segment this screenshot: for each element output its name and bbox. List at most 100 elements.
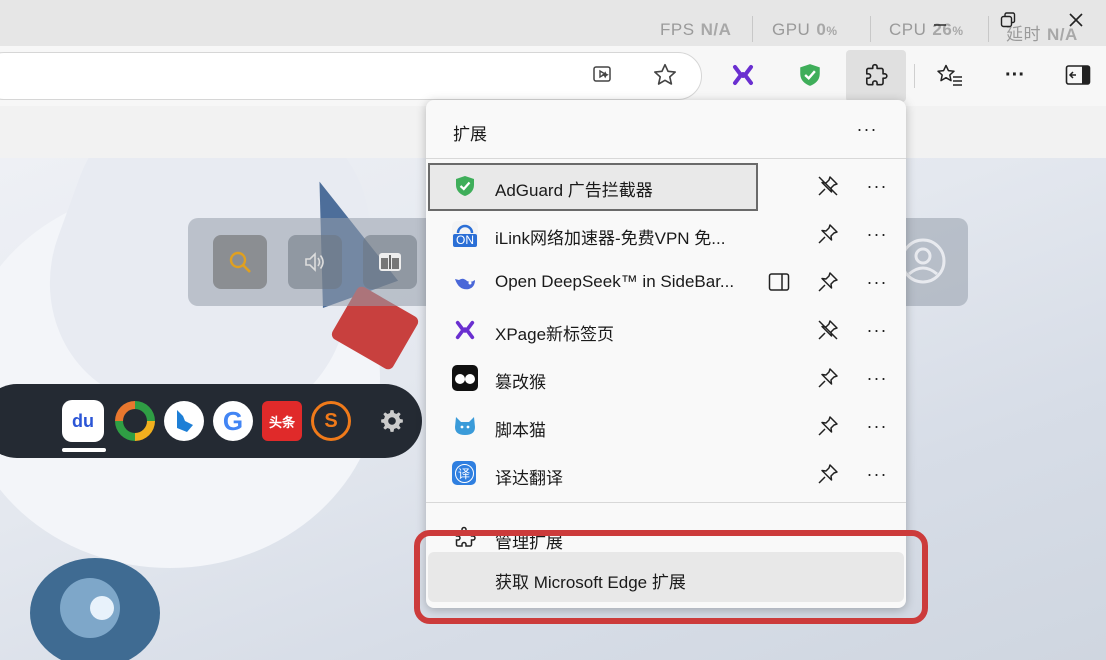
speaker-icon xyxy=(305,252,324,272)
more-icon: ··· xyxy=(1005,63,1025,86)
restore-button[interactable] xyxy=(988,6,1028,34)
minimize-icon xyxy=(934,24,946,26)
settings-more-button[interactable]: ··· xyxy=(995,55,1035,95)
extension-more-button[interactable]: ··· xyxy=(862,459,892,489)
favorites-button[interactable] xyxy=(930,55,970,95)
sidebar-icon xyxy=(1065,65,1091,85)
wallpaper-shape xyxy=(90,596,114,620)
layout-tool-button[interactable] xyxy=(363,235,417,289)
restore-icon xyxy=(1000,12,1016,28)
puzzle-icon xyxy=(865,63,888,86)
tampermonkey-icon xyxy=(452,365,478,391)
extensions-button[interactable] xyxy=(846,50,906,102)
extension-more-button[interactable]: ··· xyxy=(862,315,892,345)
deepseek-icon xyxy=(452,269,478,295)
xpage-icon xyxy=(733,65,753,85)
more-icon: ··· xyxy=(866,319,888,340)
sidebar-toggle-button[interactable] xyxy=(1058,55,1098,95)
visual-search-button[interactable] xyxy=(584,55,624,95)
more-icon: ··· xyxy=(866,271,888,292)
translate-icon: 译 xyxy=(452,461,476,485)
more-icon: ··· xyxy=(856,118,878,139)
favorites-list-icon xyxy=(937,64,962,86)
pin-button[interactable] xyxy=(816,222,840,246)
divider xyxy=(752,16,753,42)
extension-more-button[interactable]: ··· xyxy=(862,363,892,393)
pin-icon xyxy=(818,272,838,292)
browser-toolbar: ··· xyxy=(0,46,1106,106)
xpage-icon xyxy=(452,317,478,343)
pin-icon xyxy=(818,464,838,484)
sound-tool-button[interactable] xyxy=(288,235,342,289)
more-icon: ··· xyxy=(866,367,888,388)
more-icon: ··· xyxy=(866,223,888,244)
baidu-shortcut[interactable]: du xyxy=(62,400,104,442)
extension-item-scriptcat[interactable]: 脚本猫 ··· xyxy=(426,402,906,450)
side-panel-icon xyxy=(768,273,790,291)
active-indicator xyxy=(62,448,106,452)
extensions-menu-header: 扩展 ··· xyxy=(426,100,906,158)
extension-item-yida-translate[interactable]: 译 译达翻译 ··· xyxy=(426,450,906,498)
adguard-extension-button[interactable] xyxy=(790,55,830,95)
bing-shortcut[interactable] xyxy=(164,401,204,441)
extension-item-tampermonkey[interactable]: 篡改猴 ··· xyxy=(426,354,906,402)
close-icon xyxy=(1069,13,1083,27)
extensions-menu-more-button[interactable]: ··· xyxy=(852,114,882,144)
extension-item-xpage[interactable]: XPage新标签页 ··· xyxy=(426,306,906,354)
google-shortcut[interactable]: G xyxy=(213,401,253,441)
title-bar: FPS N/A GPU 0% CPU 26% 延时 N/A xyxy=(0,0,1106,46)
extension-more-button[interactable]: ··· xyxy=(862,267,892,297)
toutiao-icon: 头条 xyxy=(268,414,295,430)
scriptcat-icon xyxy=(452,413,478,439)
shield-check-icon xyxy=(800,64,820,86)
pin-button[interactable] xyxy=(816,414,840,438)
baidu-icon: du xyxy=(72,410,94,431)
extension-item-deepseek[interactable]: Open DeepSeek™ in SideBar... ··· xyxy=(426,258,906,306)
unpin-button[interactable] xyxy=(816,174,840,198)
split-view-icon xyxy=(379,253,401,271)
shortcut-dock: du G 头条 S xyxy=(0,384,422,458)
extension-item-adguard[interactable]: AdGuard 广告拦截器 ··· xyxy=(426,162,906,210)
extension-name: 译达翻译 xyxy=(495,469,563,488)
fps-readout: FPS N/A xyxy=(660,20,732,39)
favorite-button[interactable] xyxy=(645,55,685,95)
more-icon: ··· xyxy=(866,463,888,484)
extension-name: iLink网络加速器-免费VPN 免... xyxy=(495,229,726,248)
more-icon: ··· xyxy=(866,175,888,196)
annotation-highlight-box xyxy=(414,530,928,624)
divider xyxy=(870,16,871,42)
sogou-icon: S xyxy=(324,409,338,432)
ilink-icon: ON xyxy=(452,221,478,247)
divider xyxy=(426,502,906,503)
xpage-extension-button[interactable] xyxy=(723,55,763,95)
minimize-button[interactable] xyxy=(920,6,960,34)
extension-name: Open DeepSeek™ in SideBar... xyxy=(495,272,735,291)
more-icon: ··· xyxy=(866,415,888,436)
extension-more-button[interactable]: ··· xyxy=(862,219,892,249)
dock-settings-button[interactable] xyxy=(372,401,412,441)
pin-button[interactable] xyxy=(816,462,840,486)
pin-icon xyxy=(818,416,838,436)
close-button[interactable] xyxy=(1056,6,1096,34)
star-icon xyxy=(654,63,676,85)
extension-item-ilink[interactable]: ON iLink网络加速器-免费VPN 免... ··· xyxy=(426,210,906,258)
open-sidebar-button[interactable] xyxy=(768,272,790,297)
pin-button[interactable] xyxy=(816,366,840,390)
sogou-shortcut[interactable]: S xyxy=(311,401,351,441)
pin-icon xyxy=(818,224,838,244)
search-tool-button[interactable] xyxy=(213,235,267,289)
gear-icon xyxy=(381,410,403,432)
ring-icon xyxy=(123,409,147,433)
extension-more-button[interactable]: ··· xyxy=(862,411,892,441)
image-search-icon xyxy=(593,66,611,82)
extensions-menu-title: 扩展 xyxy=(453,125,487,144)
360-shortcut[interactable] xyxy=(115,401,155,441)
unpin-button[interactable] xyxy=(816,318,840,342)
google-icon: G xyxy=(222,405,244,436)
pin-button[interactable] xyxy=(816,270,840,294)
extension-name: AdGuard 广告拦截器 xyxy=(495,181,653,200)
toutiao-shortcut[interactable]: 头条 xyxy=(262,401,302,441)
extension-more-button[interactable]: ··· xyxy=(862,171,892,201)
search-icon xyxy=(229,251,251,273)
extension-name: XPage新标签页 xyxy=(495,325,615,344)
